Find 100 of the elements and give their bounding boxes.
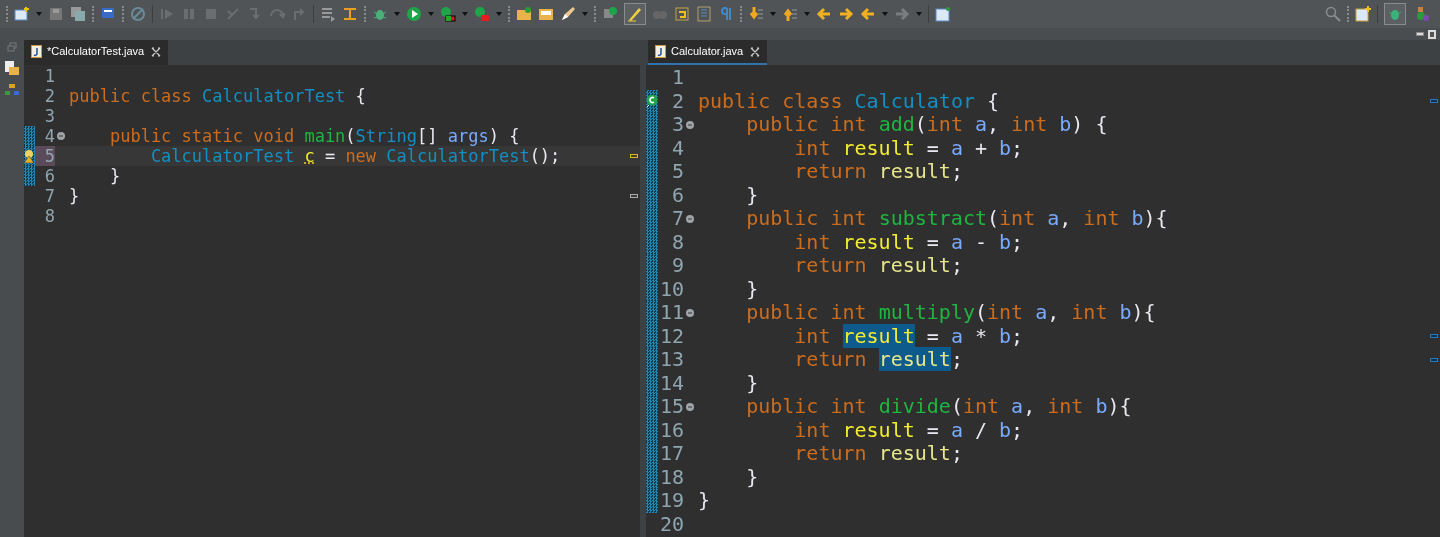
- code-line: public int substract(int a, int b){: [745, 207, 1168, 231]
- code-line: public class CalculatorTest {: [69, 86, 366, 106]
- line-number: 7: [670, 207, 684, 231]
- dropdown-caret-icon[interactable]: [462, 12, 468, 16]
- code-line: return result;: [793, 160, 963, 184]
- collapse-icon[interactable]: [686, 402, 694, 411]
- line-number: 4: [43, 126, 55, 146]
- search-icon[interactable]: [1325, 6, 1341, 22]
- line-number: 8: [670, 230, 684, 254]
- back-edit-icon[interactable]: [816, 6, 832, 22]
- coverage-icon[interactable]: [440, 6, 456, 22]
- dropdown-caret-icon[interactable]: [804, 12, 810, 16]
- code-line: return result;: [793, 348, 963, 372]
- overview-ruler-mark[interactable]: [1430, 357, 1438, 362]
- dropdown-caret-icon[interactable]: [394, 12, 400, 16]
- line-number: 11: [658, 301, 684, 325]
- restore-icon[interactable]: [7, 42, 17, 52]
- dropdown-caret-icon[interactable]: [882, 12, 888, 16]
- open-perspective-icon[interactable]: [1355, 6, 1371, 22]
- code-line: }: [108, 166, 121, 186]
- minimize-icon[interactable]: [1416, 32, 1424, 36]
- save-icon[interactable]: [48, 6, 64, 22]
- code-line: }: [745, 277, 759, 301]
- close-icon[interactable]: [151, 46, 162, 57]
- back-icon[interactable]: [860, 6, 876, 22]
- forward-icon[interactable]: [894, 6, 910, 22]
- line-number: 17: [658, 442, 684, 466]
- class-marker-icon[interactable]: [646, 94, 658, 109]
- editor-tab[interactable]: *CalculatorTest.java: [24, 40, 169, 65]
- code-line: public int multiply(int a, int b){: [745, 301, 1156, 325]
- line-number: 13: [658, 348, 684, 372]
- open-folder-icon[interactable]: [516, 6, 532, 22]
- code-line: }: [745, 183, 759, 207]
- line-number: 1: [670, 66, 684, 90]
- down-arrow-list-icon[interactable]: [748, 6, 764, 22]
- line-number: 10: [658, 277, 684, 301]
- code-line: }: [69, 186, 80, 206]
- code-line: return result;: [793, 442, 963, 466]
- collapse-icon[interactable]: [686, 120, 694, 129]
- code-line: return result;: [793, 254, 963, 278]
- forward-edit-icon[interactable]: [838, 6, 854, 22]
- folder-icon[interactable]: [4, 60, 20, 76]
- pen-icon[interactable]: [560, 6, 576, 22]
- line-number: 18: [658, 465, 684, 489]
- save-all-icon[interactable]: [70, 6, 86, 22]
- code-line: int result = a - b;: [793, 230, 1024, 254]
- line-number: 2: [43, 86, 55, 106]
- line-number: 5: [35, 146, 55, 166]
- line-number: 16: [658, 418, 684, 442]
- java-shapes-icon: [1415, 6, 1431, 22]
- code-line: int result = a / b;: [793, 418, 1024, 442]
- overview-ruler-mark[interactable]: [630, 154, 638, 158]
- code-line: }: [698, 489, 711, 513]
- new-window-pin-icon[interactable]: [935, 6, 951, 22]
- overview-ruler-mark[interactable]: [1430, 99, 1438, 104]
- dropdown-caret-icon[interactable]: [770, 12, 776, 16]
- dropdown-caret-icon[interactable]: [36, 12, 42, 16]
- code-line: public class Calculator {: [698, 89, 1000, 113]
- line-number: 5: [670, 160, 684, 184]
- hierarchy-icon[interactable]: [4, 84, 20, 96]
- overview-ruler-mark[interactable]: [630, 194, 638, 198]
- dropdown-caret-icon[interactable]: [582, 12, 588, 16]
- dropdown-caret-icon[interactable]: [496, 12, 502, 16]
- collapse-icon[interactable]: [686, 214, 694, 223]
- line-number: 4: [670, 136, 684, 160]
- marker-pen-icon: [627, 6, 643, 22]
- pilcrow-icon[interactable]: [718, 6, 734, 22]
- line-number: 3: [670, 113, 684, 137]
- maximize-icon[interactable]: [1428, 29, 1436, 39]
- line-number: 14: [658, 371, 684, 395]
- line-number: 7: [43, 186, 55, 206]
- highlight-toggle-button[interactable]: [624, 3, 646, 25]
- line-number: 20: [658, 512, 684, 536]
- line-number: 12: [658, 324, 684, 348]
- close-icon[interactable]: [750, 46, 761, 57]
- dropdown-caret-icon[interactable]: [916, 12, 922, 16]
- list-icon[interactable]: [320, 6, 336, 22]
- skip-icon[interactable]: [130, 6, 146, 22]
- editor-tab[interactable]: Calculator.java: [648, 40, 768, 65]
- overview-ruler-mark[interactable]: [1430, 334, 1438, 339]
- collapse-icon[interactable]: [57, 132, 65, 140]
- line-number: 3: [43, 106, 55, 126]
- new-window-icon[interactable]: [14, 6, 30, 22]
- code-line: CalculatorTest c = new CalculatorTest();: [149, 146, 561, 166]
- line-number: 19: [658, 489, 684, 513]
- line-number: 2: [670, 89, 684, 113]
- code-line: }: [745, 371, 759, 395]
- line-number: 1: [43, 66, 55, 86]
- code-line: }: [745, 465, 759, 489]
- collapse-icon[interactable]: [686, 308, 694, 317]
- up-arrow-list-icon[interactable]: [782, 6, 798, 22]
- code-line: public int add(int a, int b) {: [745, 113, 1108, 137]
- dropdown-caret-icon[interactable]: [428, 12, 434, 16]
- line-number: 6: [43, 166, 55, 186]
- line-number: 9: [670, 254, 684, 278]
- run-icon[interactable]: [406, 6, 422, 22]
- perspective-button[interactable]: [1384, 3, 1406, 25]
- tab-title: Calculator.java: [671, 44, 744, 60]
- folder-icon[interactable]: [538, 6, 554, 22]
- line-number: 15: [658, 395, 684, 419]
